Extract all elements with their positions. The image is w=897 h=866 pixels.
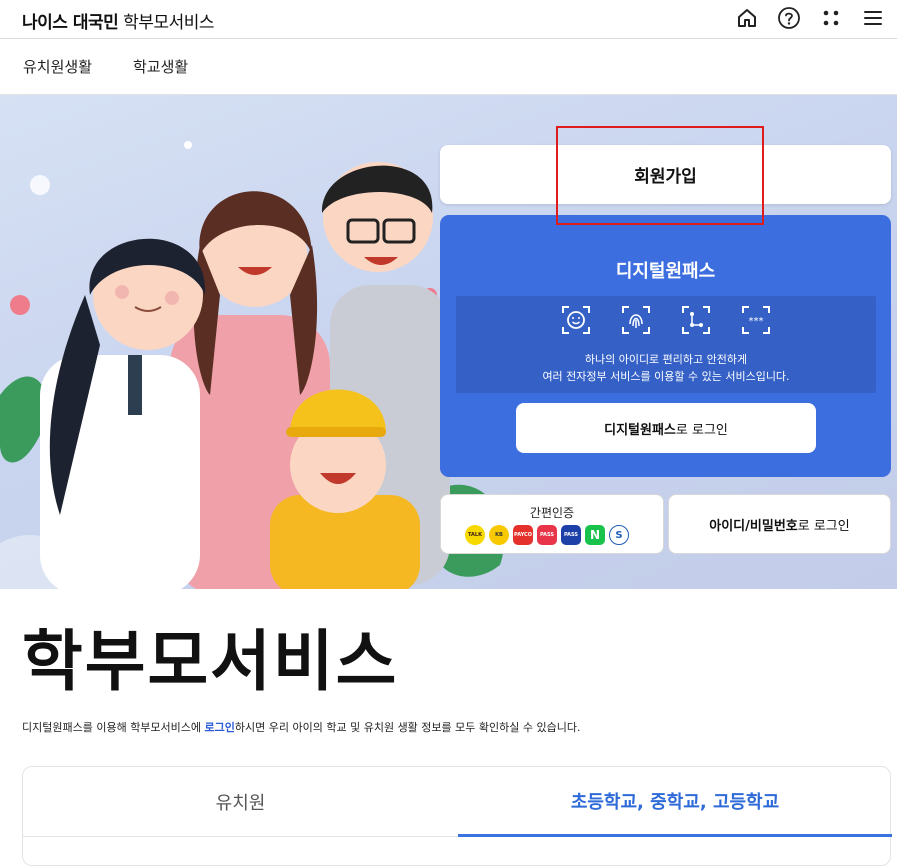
svg-text:***: *** [749,316,764,327]
annotation-highlight-box [556,126,764,225]
help-icon[interactable] [777,6,801,30]
id-password-login-button[interactable]: 아이디/비밀번호 로 로그인 [668,494,891,554]
easy-auth-button[interactable]: 간편인증 TALK KB PAYCO PASS PASS N S [440,494,664,554]
nav-item-school-life[interactable]: 학교생활 [133,56,188,77]
fingerprint-icon [622,306,650,334]
kakao-logo: TALK [465,525,485,545]
page-description: 디지털원패스를 이용해 학부모서비스에 로그인하시면 우리 아이의 학교 및 유… [22,719,580,735]
top-bar: 나이스 대국민 학부모서비스 [0,0,897,39]
pattern-icon [682,306,710,334]
apps-icon[interactable] [819,6,843,30]
id-login-rest: 로 로그인 [797,518,850,534]
shinhan-logo: S [609,525,629,545]
kb-logo: KB [489,525,509,545]
nav-item-kindergarten-life[interactable]: 유치원생활 [23,56,92,77]
desc-after: 하시면 우리 아이의 학교 및 유치원 생활 정보를 모두 확인하실 수 있습니… [234,721,581,734]
top-icon-group [735,6,885,30]
pin-icon: *** [742,306,770,334]
naver-logo: N [585,525,605,545]
digital-onepass-info-box: *** 하나의 아이디로 편리하고 안전하게 여러 전자정부 서비스를 이용할 … [456,296,876,393]
brand-subtitle: 학부모서비스 [123,13,215,33]
digital-onepass-login-button[interactable]: 디지털원패스 로 로그인 [516,403,816,453]
easy-auth-label: 간편인증 [529,506,575,520]
auth-method-icons: *** [456,304,876,336]
menu-icon[interactable] [861,6,885,30]
main-nav: 유치원생활 학교생활 [0,39,897,95]
face-scan-icon [562,306,590,334]
digital-desc-line-1: 하나의 아이디로 편리하고 안전하게 [584,353,748,366]
login-link[interactable]: 로그인 [205,721,235,734]
digital-onepass-title: 디지털원패스 [615,261,716,282]
id-login-strong: 아이디/비밀번호 [709,518,798,534]
pass-logo: PASS [537,525,557,545]
tab-elementary-middle-high[interactable]: 초등학교, 중학교, 고등학교 [458,767,892,837]
payco-logo: PAYCO [513,525,533,545]
site-brand[interactable]: 나이스 대국민 학부모서비스 [22,8,215,33]
digital-login-rest: 로 로그인 [675,422,728,438]
desc-before: 디지털원패스를 이용해 학부모서비스에 [22,721,205,734]
digital-desc-line-2: 여러 전자정부 서비스를 이용할 수 있는 서비스입니다. [542,370,790,383]
tab-kindergarten[interactable]: 유치원 [23,767,458,837]
hero-banner: 디지털원패스 *** 하나의 아이디로 편리하고 안전하게 여러 전자정부 서비… [0,95,897,589]
page-title: 학부모서비스 [22,623,399,700]
home-icon[interactable] [735,6,759,30]
easy-auth-logos: TALK KB PAYCO PASS PASS N S [465,525,629,545]
samsung-pass-logo: PASS [561,525,581,545]
digital-onepass-panel: 디지털원패스 *** 하나의 아이디로 편리하고 안전하게 여러 전자정부 서비… [440,215,891,477]
digital-login-strong: 디지털원패스 [604,422,676,438]
digital-onepass-description: 하나의 아이디로 편리하고 안전하게 여러 전자정부 서비스를 이용할 수 있는… [456,351,876,385]
school-level-tabs: 유치원 초등학교, 중학교, 고등학교 [22,766,892,866]
brand-name: 나이스 대국민 [22,13,119,33]
